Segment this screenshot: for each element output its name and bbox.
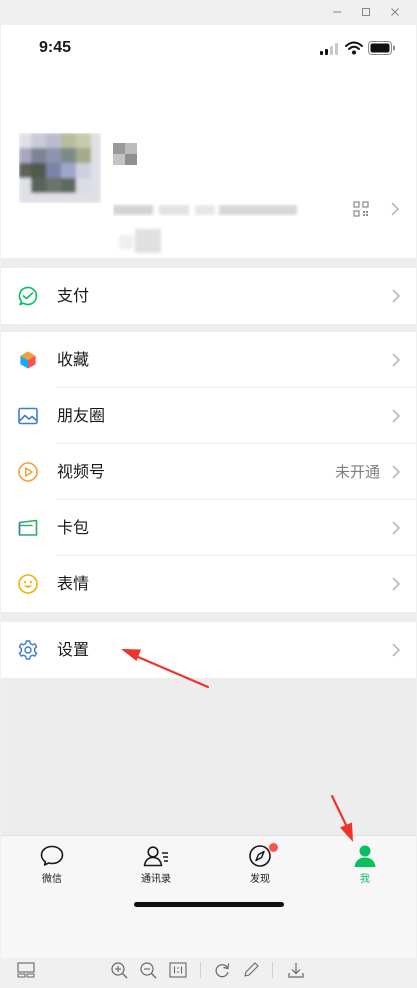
wechat-id-blurred: [113, 201, 299, 219]
avatar[interactable]: [19, 133, 101, 203]
actual-size-icon: [169, 962, 187, 978]
menu-item-card-pack[interactable]: 卡包: [1, 500, 416, 556]
tab-me[interactable]: 我: [335, 844, 395, 890]
rotate-icon: [215, 963, 230, 978]
chevron-right-icon: [392, 577, 400, 591]
tab-label: 发现: [250, 874, 270, 885]
chevron-right-icon: [392, 409, 400, 423]
menu-item-label: 视频号: [57, 462, 106, 481]
gear-icon: [18, 640, 38, 660]
viewer-toolbar: [0, 958, 417, 988]
contacts-icon: [143, 846, 168, 867]
tab-bar: 微信 通讯录 发现 我: [1, 835, 416, 958]
actual-size-button[interactable]: [167, 958, 189, 982]
menu-item-label: 表情: [57, 574, 90, 593]
toolbar-separator: [200, 962, 201, 978]
pay-group: 支付: [1, 268, 416, 324]
chat-icon: [40, 845, 64, 866]
menu-item-label: 卡包: [57, 518, 90, 537]
zoom-in-button[interactable]: [108, 958, 130, 982]
download-button[interactable]: [285, 958, 307, 982]
favorites-cube-icon: [19, 350, 37, 370]
menu-item-label: 朋友圈: [57, 406, 106, 425]
sticker-smile-icon: [18, 574, 38, 594]
profile-chevron-icon: [391, 202, 399, 216]
maximize-icon: [362, 8, 370, 16]
tab-discover[interactable]: 发现: [230, 843, 290, 890]
menu-item-pay[interactable]: 支付: [1, 268, 416, 324]
thumbnail-button[interactable]: [15, 958, 37, 982]
status-bar: 9:45: [1, 25, 416, 73]
menu-item-favorites[interactable]: 收藏: [1, 332, 416, 388]
status-blurred: [113, 227, 165, 255]
profile-header[interactable]: [1, 73, 416, 258]
download-icon: [288, 963, 304, 978]
maximize-button[interactable]: [357, 4, 375, 20]
tab-label: 我: [360, 874, 370, 885]
wallet-check-icon: [18, 286, 38, 306]
moments-photo-icon: [18, 407, 38, 425]
menu-item-moments[interactable]: 朋友圈: [1, 388, 416, 444]
menu-item-settings[interactable]: 设置: [1, 622, 416, 678]
phone-screen: 9:45 支付 收藏 朋友圈 视频号 未开通 卡包 表情 设置 微信 通讯录 发…: [1, 25, 416, 958]
avatar-image: [19, 133, 101, 203]
zoom-out-button[interactable]: [137, 958, 159, 982]
features-group: 收藏 朋友圈 视频号 未开通 卡包 表情: [1, 332, 416, 612]
chevron-right-icon: [392, 289, 400, 303]
chevron-right-icon: [392, 353, 400, 367]
menu-item-label: 支付: [57, 286, 90, 305]
tab-contacts[interactable]: 通讯录: [126, 844, 186, 890]
wifi-icon: [345, 41, 363, 55]
notification-dot: [269, 843, 278, 852]
qr-code-icon[interactable]: [353, 201, 369, 217]
tab-label: 微信: [42, 874, 62, 885]
settings-group: 设置: [1, 622, 416, 678]
status-time: 9:45: [39, 39, 72, 56]
chevron-right-icon: [392, 643, 400, 657]
thumbnail-icon: [17, 962, 35, 978]
toolbar-separator: [272, 962, 273, 978]
card-wallet-icon: [18, 519, 38, 536]
menu-item-channels[interactable]: 视频号 未开通: [1, 444, 416, 500]
minimize-button[interactable]: [328, 4, 346, 20]
zoom-in-icon: [111, 962, 128, 979]
chevron-right-icon: [392, 465, 400, 479]
channels-play-icon: [18, 462, 38, 482]
person-icon: [354, 845, 376, 867]
home-indicator[interactable]: [134, 902, 284, 907]
zoom-out-icon: [140, 962, 157, 979]
nickname-blurred: [113, 143, 137, 165]
menu-item-label: 设置: [57, 640, 90, 659]
menu-item-stickers[interactable]: 表情: [1, 556, 416, 612]
close-button[interactable]: [386, 4, 404, 20]
close-icon: [391, 8, 399, 16]
chevron-right-icon: [392, 521, 400, 535]
edit-button[interactable]: [240, 958, 262, 982]
battery-icon: [368, 41, 395, 55]
minimize-icon: [333, 11, 341, 13]
rotate-button[interactable]: [211, 958, 233, 982]
menu-item-value: 未开通: [334, 463, 380, 481]
pencil-icon: [244, 962, 259, 977]
menu-item-label: 收藏: [57, 350, 90, 369]
tab-label: 通讯录: [141, 874, 171, 885]
window-title-bar: [0, 0, 417, 25]
tab-chats[interactable]: 微信: [22, 844, 82, 890]
signal-icon: [320, 43, 338, 55]
